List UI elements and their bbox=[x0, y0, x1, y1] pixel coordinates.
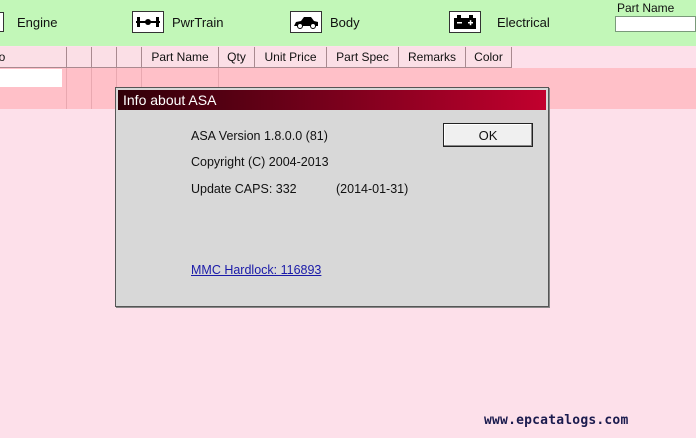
category-body-label: Body bbox=[330, 14, 360, 30]
row-cell-no[interactable] bbox=[0, 68, 67, 109]
category-electrical-button[interactable]: Electrical bbox=[449, 9, 550, 35]
row-cell[interactable] bbox=[92, 68, 117, 109]
parts-grid-header: lo Part Name Qty Unit Price Part Spec Re… bbox=[0, 47, 512, 68]
category-engine-button[interactable]: Engine bbox=[17, 9, 57, 35]
part-name-label: Part Name bbox=[617, 1, 675, 15]
column-header-no[interactable]: lo bbox=[0, 47, 67, 68]
ok-button[interactable]: OK bbox=[443, 123, 533, 147]
category-toolbar: Engine PwrTrain Body Electrical Part Nam… bbox=[0, 0, 696, 46]
column-header-remarks[interactable]: Remarks bbox=[399, 47, 466, 68]
category-powertrain-label: PwrTrain bbox=[172, 14, 224, 30]
column-header-blank-1[interactable] bbox=[67, 47, 92, 68]
category-electrical-label: Electrical bbox=[497, 14, 550, 30]
column-header-color[interactable]: Color bbox=[466, 47, 512, 68]
engine-category-icon-box[interactable] bbox=[0, 12, 4, 32]
watermark-text: www.epcatalogs.com bbox=[484, 413, 629, 428]
column-header-qty[interactable]: Qty bbox=[219, 47, 255, 68]
part-name-search-input[interactable] bbox=[615, 16, 696, 32]
update-date-text: (2014-01-31) bbox=[336, 182, 409, 196]
row-cell[interactable] bbox=[67, 68, 92, 109]
column-header-part-spec[interactable]: Part Spec bbox=[327, 47, 399, 68]
column-header-blank-3[interactable] bbox=[117, 47, 142, 68]
category-engine-label: Engine bbox=[17, 14, 58, 30]
battery-icon bbox=[449, 11, 481, 33]
powertrain-icon bbox=[132, 11, 164, 33]
column-header-blank-2[interactable] bbox=[92, 47, 117, 68]
update-caps-text: Update CAPS: 332 bbox=[191, 182, 297, 196]
version-text: ASA Version 1.8.0.0 (81) bbox=[191, 129, 328, 143]
about-dialog: Info about ASA ASA Version 1.8.0.0 (81) … bbox=[115, 87, 549, 307]
hardlock-link[interactable]: MMC Hardlock: 116893 bbox=[191, 263, 321, 277]
category-body-button[interactable]: Body bbox=[290, 9, 360, 35]
category-powertrain-button[interactable]: PwrTrain bbox=[132, 9, 224, 35]
column-header-unit-price[interactable]: Unit Price bbox=[255, 47, 327, 68]
column-header-part-name[interactable]: Part Name bbox=[142, 47, 219, 68]
copyright-text: Copyright (C) 2004-2013 bbox=[191, 155, 329, 169]
dialog-title[interactable]: Info about ASA bbox=[118, 90, 546, 110]
car-body-icon bbox=[290, 11, 322, 33]
row-no-input[interactable] bbox=[0, 69, 62, 87]
